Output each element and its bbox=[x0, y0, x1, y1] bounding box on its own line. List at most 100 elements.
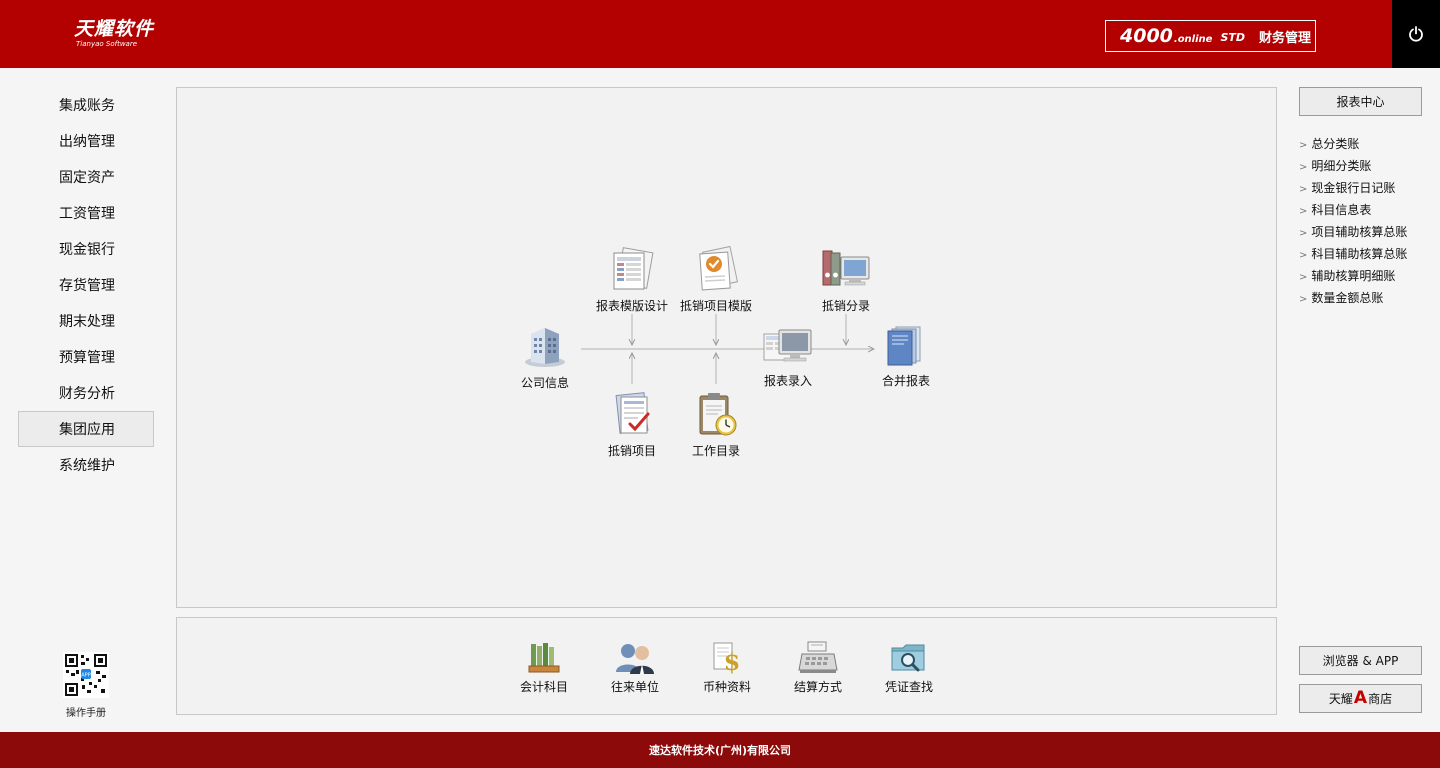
flow-node-report-template-design[interactable]: 报表模版设计 bbox=[585, 245, 679, 314]
flow-label-offset-entry: 抵销分录 bbox=[821, 299, 870, 313]
report-link-aux-detail-ledger[interactable]: > 辅助核算明细账 bbox=[1299, 265, 1407, 287]
flow-label-report-template-design: 报表模版设计 bbox=[595, 299, 668, 313]
svg-text:$: $ bbox=[724, 647, 741, 674]
toolbar-settlement-method[interactable]: 结算方式 bbox=[783, 640, 853, 695]
product-edition: STD bbox=[1220, 31, 1245, 44]
product-online: .online bbox=[1173, 34, 1213, 45]
sidebar-item-cash-bank[interactable]: 现金银行 bbox=[18, 231, 154, 267]
flow-node-consolidated-report[interactable]: 合并报表 bbox=[871, 324, 941, 389]
report-link-project-aux-ledger[interactable]: > 项目辅助核算总账 bbox=[1299, 221, 1407, 243]
sidebar-item-fixed-assets[interactable]: 固定资产 bbox=[18, 159, 154, 195]
toolbar-label-accounting-subjects: 会计科目 bbox=[519, 680, 568, 694]
footer-company: 速达软件技术(广州)有限公司 bbox=[648, 744, 792, 757]
header-bar: 天耀软件 Tianyao Software 4000 .online STD 财… bbox=[0, 0, 1440, 68]
report-list: > 总分类账 > 明细分类账 > 现金银行日记账 > 科目信息表 > 项目辅助核算总账 >… bbox=[1299, 133, 1407, 309]
sidebar-item-cashier[interactable]: 出纳管理 bbox=[18, 123, 154, 159]
report-center-button[interactable]: 报表中心 bbox=[1299, 87, 1422, 116]
sidebar-item-group-application[interactable]: 集团应用 bbox=[18, 411, 154, 447]
sidebar-item-integrated-accounts[interactable]: 集成账务 bbox=[18, 87, 154, 123]
folder-search-icon bbox=[891, 644, 925, 672]
browser-app-button[interactable]: 浏览器 & APP bbox=[1299, 646, 1422, 675]
flow-connectors bbox=[581, 314, 1278, 384]
chevron-right-icon: > bbox=[1299, 294, 1308, 305]
flow-label-report-entry: 报表录入 bbox=[763, 374, 812, 388]
sidebar-item-financial-analysis[interactable]: 财务分析 bbox=[18, 375, 154, 411]
consolidated-book-icon bbox=[887, 326, 921, 366]
books-shelf-icon bbox=[528, 643, 560, 673]
report-link-label: 现金银行日记账 bbox=[1311, 181, 1396, 195]
bottom-toolbar: 会计科目 往来单位 $ 币种资料 结算方式 凭证查找 bbox=[176, 617, 1277, 715]
chevron-right-icon: > bbox=[1299, 162, 1308, 173]
sidebar-menu: 集成账务 出纳管理 固定资产 工资管理 现金银行 存货管理 期末处理 预算管理 … bbox=[18, 87, 154, 483]
flow-node-work-directory[interactable]: 工作目录 bbox=[681, 390, 751, 459]
power-button[interactable] bbox=[1392, 0, 1440, 68]
toolbar-currency-data[interactable]: $ 币种资料 bbox=[692, 640, 762, 695]
sidebar-item-period-end[interactable]: 期末处理 bbox=[18, 303, 154, 339]
group-flow-panel: 公司信息 报表模版设计 抵销项目模版 抵销分录 报表录入 合并报表 抵销项目 工… bbox=[176, 87, 1277, 608]
report-monitor-icon bbox=[763, 329, 812, 362]
report-link-quantity-amount-ledger[interactable]: > 数量金额总账 bbox=[1299, 287, 1407, 309]
product-badge: 4000 .online STD 财务管理 bbox=[1105, 20, 1316, 52]
report-link-label: 科目信息表 bbox=[1311, 203, 1372, 217]
store-prefix: 天耀 bbox=[1328, 692, 1353, 706]
report-link-subject-aux-ledger[interactable]: > 科目辅助核算总账 bbox=[1299, 243, 1407, 265]
power-icon bbox=[1409, 26, 1423, 42]
report-link-subsidiary-ledger[interactable]: > 明细分类账 bbox=[1299, 155, 1407, 177]
flow-node-company-info[interactable]: 公司信息 bbox=[510, 322, 580, 391]
sidebar-item-system-maintenance[interactable]: 系统维护 bbox=[18, 447, 154, 483]
report-link-label: 总分类账 bbox=[1311, 137, 1360, 151]
binders-monitor-icon bbox=[822, 250, 870, 286]
store-logo-letter: A bbox=[1353, 688, 1368, 708]
flow-node-offset-item-template[interactable]: 抵销项目模版 bbox=[669, 245, 763, 314]
dollar-document-icon: $ bbox=[713, 642, 741, 676]
chevron-right-icon: > bbox=[1299, 250, 1308, 261]
toolbar-label-settlement-method: 结算方式 bbox=[793, 680, 842, 694]
toolbar-label-currency-data: 币种资料 bbox=[702, 680, 751, 694]
chevron-right-icon: > bbox=[1299, 206, 1308, 217]
chevron-right-icon: > bbox=[1299, 228, 1308, 239]
report-link-general-ledger[interactable]: > 总分类账 bbox=[1299, 133, 1407, 155]
manual-qr-code[interactable]: APP bbox=[62, 652, 110, 702]
report-link-subject-info[interactable]: > 科目信息表 bbox=[1299, 199, 1407, 221]
manual-caption[interactable]: 操作手册 bbox=[50, 704, 122, 719]
report-link-cash-bank-journal[interactable]: > 现金银行日记账 bbox=[1299, 177, 1407, 199]
clipboard-clock-icon bbox=[699, 393, 737, 436]
users-icon bbox=[616, 644, 654, 674]
report-link-label: 项目辅助核算总账 bbox=[1311, 225, 1408, 239]
building-icon bbox=[525, 328, 565, 367]
logo-en: Tianyao Software bbox=[76, 40, 138, 48]
flow-label-consolidated-report: 合并报表 bbox=[881, 374, 930, 388]
toolbar-voucher-search[interactable]: 凭证查找 bbox=[874, 640, 944, 695]
store-suffix: 商店 bbox=[1368, 692, 1393, 706]
flow-node-offset-item[interactable]: 抵销项目 bbox=[597, 390, 667, 459]
report-link-label: 数量金额总账 bbox=[1311, 291, 1384, 305]
footer-bar: 速达软件技术(广州)有限公司 bbox=[0, 732, 1440, 768]
logo-cn: 天耀软件 bbox=[74, 18, 155, 40]
flow-label-company-info: 公司信息 bbox=[520, 376, 569, 390]
toolbar-accounting-subjects[interactable]: 会计科目 bbox=[509, 640, 579, 695]
flow-label-offset-item-template: 抵销项目模版 bbox=[679, 299, 752, 313]
flow-label-offset-item: 抵销项目 bbox=[607, 444, 656, 458]
sidebar-item-inventory[interactable]: 存货管理 bbox=[18, 267, 154, 303]
form-check-icon bbox=[615, 392, 650, 434]
app-store-button[interactable]: 天耀 A 商店 bbox=[1299, 684, 1422, 713]
brand-logo: 天耀软件 Tianyao Software bbox=[74, 18, 154, 48]
report-template-icon bbox=[613, 247, 654, 290]
sidebar-item-budget[interactable]: 预算管理 bbox=[18, 339, 154, 375]
chevron-right-icon: > bbox=[1299, 184, 1308, 195]
report-link-label: 明细分类账 bbox=[1311, 159, 1372, 173]
report-link-label: 科目辅助核算总账 bbox=[1311, 247, 1408, 261]
cash-register-icon bbox=[798, 641, 838, 673]
toolbar-label-voucher-search: 凭证查找 bbox=[884, 680, 933, 694]
sidebar-item-payroll[interactable]: 工资管理 bbox=[18, 195, 154, 231]
template-check-icon bbox=[699, 245, 739, 291]
chevron-right-icon: > bbox=[1299, 140, 1308, 151]
toolbar-label-business-units: 往来单位 bbox=[610, 680, 659, 694]
report-link-label: 辅助核算明细账 bbox=[1311, 269, 1396, 283]
chevron-right-icon: > bbox=[1299, 272, 1308, 283]
flow-node-report-entry[interactable]: 报表录入 bbox=[749, 326, 827, 389]
toolbar-business-units[interactable]: 往来单位 bbox=[600, 640, 670, 695]
qr-code-icon: APP bbox=[63, 652, 109, 698]
svg-text:APP: APP bbox=[81, 673, 90, 679]
flow-node-offset-entry[interactable]: 抵销分录 bbox=[807, 245, 885, 314]
